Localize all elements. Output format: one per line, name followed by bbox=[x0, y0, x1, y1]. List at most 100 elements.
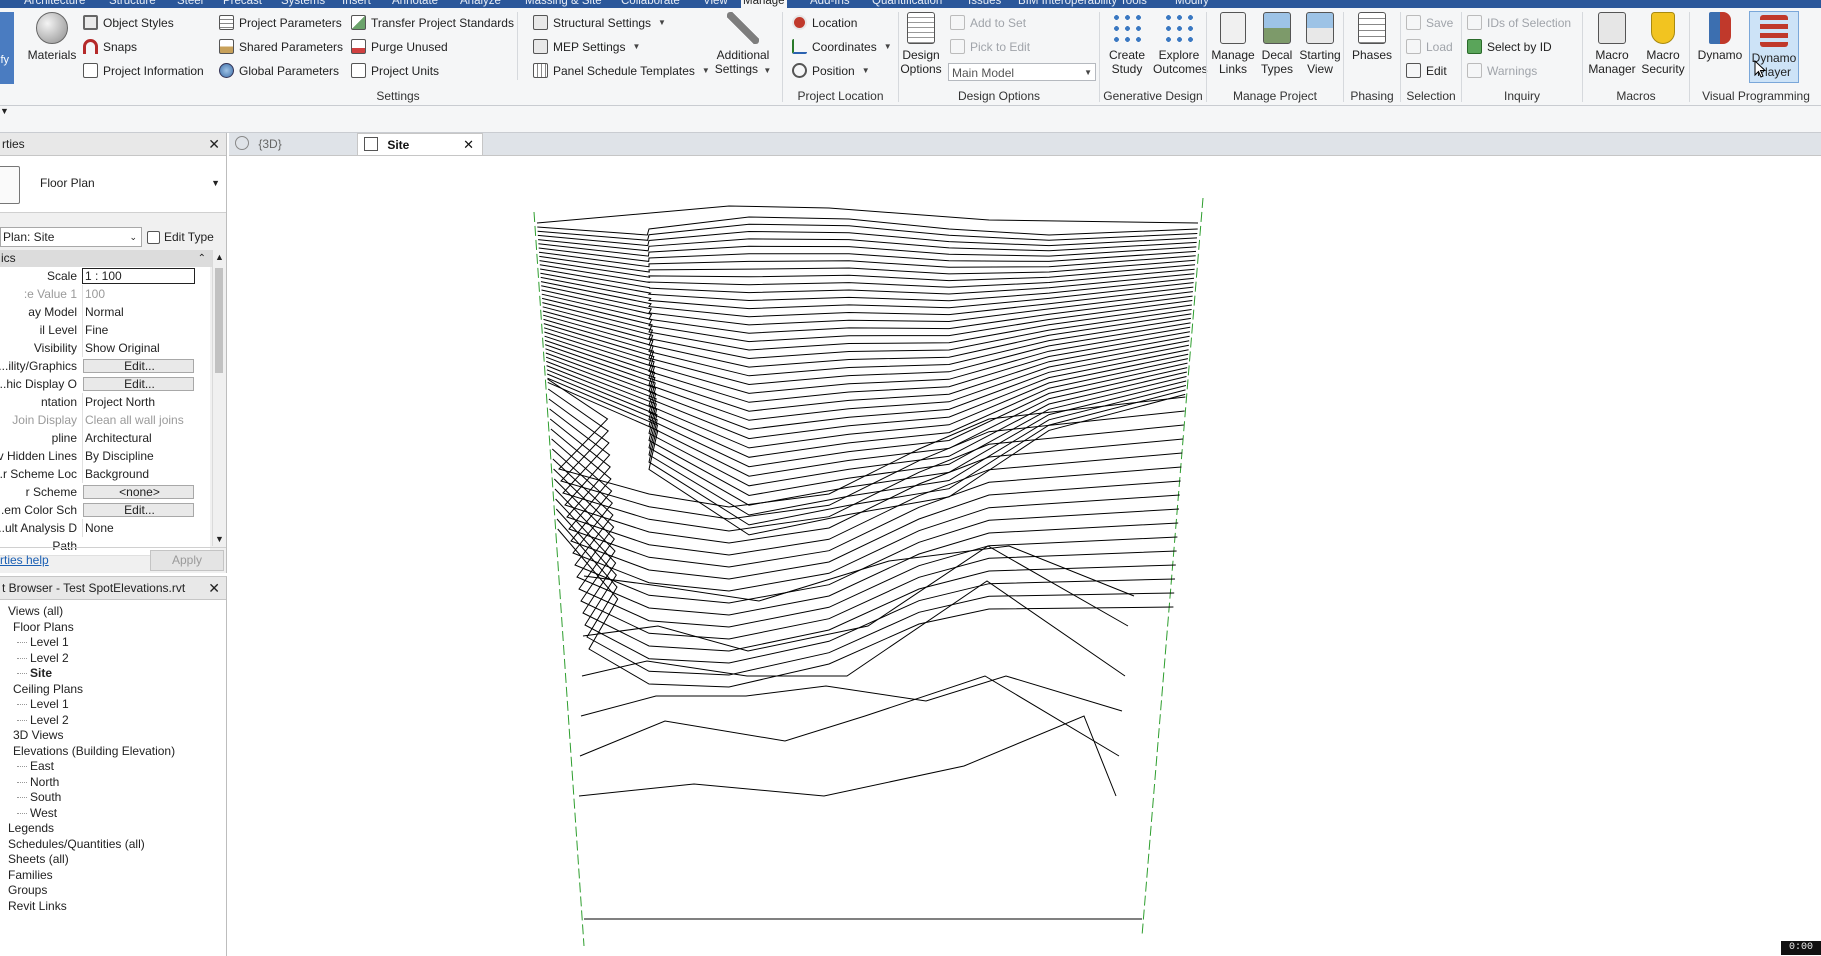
browser-item[interactable]: Elevations (Building Elevation) bbox=[13, 743, 175, 759]
instance-filter-select[interactable]: Plan: Site ⌄ bbox=[0, 227, 142, 247]
browser-item[interactable]: Site bbox=[17, 665, 52, 681]
coordinates-button[interactable]: Coordinates ▼ bbox=[792, 36, 892, 57]
project-information-button[interactable]: Project Information bbox=[83, 60, 204, 81]
scrollbar-thumb[interactable] bbox=[215, 268, 223, 373]
tab-modify[interactable]: Modify bbox=[1173, 0, 1211, 8]
active-design-option-select[interactable]: Main Model ▼ bbox=[948, 63, 1096, 81]
tab-precast[interactable]: Precast bbox=[221, 0, 264, 8]
close-icon[interactable]: ✕ bbox=[208, 133, 220, 155]
property-row[interactable]: e Value 1: 100 bbox=[0, 285, 210, 304]
create-study-button[interactable]: Create Study bbox=[1103, 12, 1151, 76]
tab-manage[interactable]: Manage bbox=[741, 0, 787, 8]
transfer-project-standards-button[interactable]: Transfer Project Standards bbox=[351, 12, 514, 33]
edit-selection-button[interactable]: Edit bbox=[1406, 60, 1447, 81]
property-value[interactable]: None bbox=[82, 519, 195, 537]
property-row[interactable]: Join Display Clean all wall joins bbox=[0, 411, 210, 430]
tab-add-ins[interactable]: Add-Ins bbox=[808, 0, 852, 8]
design-options-button[interactable]: Design Options bbox=[900, 12, 942, 76]
browser-item[interactable]: Level 2 bbox=[17, 650, 69, 666]
tab-bim-interoperability[interactable]: BIM Interoperability Tools bbox=[1016, 0, 1149, 8]
edit-type-button[interactable]: Edit Type bbox=[147, 227, 214, 247]
property-row[interactable]: Visibility Show Original bbox=[0, 339, 210, 358]
browser-item[interactable]: Ceiling Plans bbox=[13, 681, 83, 697]
properties-scrollbar[interactable]: ▲ ▼ bbox=[212, 250, 225, 546]
decal-types-button[interactable]: Decal Types bbox=[1258, 12, 1296, 76]
object-styles-button[interactable]: Object Styles bbox=[83, 12, 174, 33]
browser-item[interactable]: Floor Plans bbox=[13, 619, 74, 635]
tab-massing-site[interactable]: Massing & Site bbox=[523, 0, 604, 8]
property-value[interactable]: Normal bbox=[82, 303, 195, 321]
property-value[interactable]: Architectural bbox=[82, 429, 195, 447]
browser-item[interactable]: 3D Views bbox=[13, 727, 63, 743]
property-edit-button[interactable]: Edit... bbox=[83, 503, 194, 517]
property-row[interactable]: r Scheme <none> bbox=[0, 483, 210, 502]
property-row[interactable]: pline Architectural bbox=[0, 429, 210, 448]
browser-item[interactable]: West bbox=[17, 805, 57, 821]
modify-button[interactable]: ify bbox=[0, 12, 14, 84]
browser-item[interactable]: Level 1 bbox=[17, 696, 69, 712]
tab-annotate[interactable]: Annotate bbox=[390, 0, 440, 8]
property-value[interactable]: Fine bbox=[82, 321, 195, 339]
ids-of-selection-button[interactable]: IDs of Selection bbox=[1467, 12, 1571, 33]
structural-settings-button[interactable]: Structural Settings ▼ bbox=[533, 12, 666, 33]
close-icon[interactable]: ✕ bbox=[208, 577, 220, 599]
project-units-button[interactable]: Project Units bbox=[351, 60, 439, 81]
property-value[interactable]: By Discipline bbox=[82, 447, 195, 465]
property-edit-button[interactable]: <none> bbox=[83, 485, 194, 499]
browser-item[interactable]: South bbox=[17, 789, 61, 805]
drawing-area[interactable]: 0:00 bbox=[229, 156, 1821, 955]
dynamo-button[interactable]: Dynamo bbox=[1695, 12, 1745, 62]
browser-item[interactable]: Schedules/Quantities (all) bbox=[8, 836, 145, 852]
type-selector[interactable]: Floor Plan ▼ bbox=[0, 156, 226, 213]
browser-item[interactable]: Sheets (all) bbox=[8, 851, 69, 867]
add-to-set-button[interactable]: Add to Set bbox=[950, 12, 1026, 33]
save-selection-button[interactable]: Save bbox=[1406, 12, 1453, 33]
position-button[interactable]: Position ▼ bbox=[792, 60, 870, 81]
property-value[interactable]: Background bbox=[82, 465, 195, 483]
browser-item[interactable]: Level 1 bbox=[17, 634, 69, 650]
property-row[interactable]: v Hidden Lines By Discipline bbox=[0, 447, 210, 466]
browser-item[interactable]: Families bbox=[8, 867, 53, 883]
global-parameters-button[interactable]: Global Parameters bbox=[219, 60, 339, 81]
properties-help-link[interactable]: rties help bbox=[0, 553, 49, 567]
property-row[interactable]: hic Display O... Edit... bbox=[0, 375, 210, 394]
materials-button[interactable]: Materials bbox=[26, 12, 78, 62]
scroll-down-icon[interactable]: ▼ bbox=[215, 534, 224, 544]
browser-item[interactable]: North bbox=[17, 774, 59, 790]
view-tab-site[interactable]: Site ✕ bbox=[357, 133, 483, 155]
property-edit-button[interactable]: Edit... bbox=[83, 359, 194, 373]
starting-view-button[interactable]: Starting View bbox=[1298, 12, 1342, 76]
panel-schedule-templates-button[interactable]: Panel Schedule Templates ▼ bbox=[533, 60, 710, 81]
browser-item[interactable]: Revit Links bbox=[8, 898, 67, 914]
tab-issues[interactable]: Issues bbox=[966, 0, 1003, 8]
macro-security-button[interactable]: Macro Security bbox=[1638, 12, 1688, 76]
location-button[interactable]: Location bbox=[792, 12, 857, 33]
property-row[interactable]: ntation Project North bbox=[0, 393, 210, 412]
pick-to-edit-button[interactable]: Pick to Edit bbox=[950, 36, 1030, 57]
mep-settings-button[interactable]: MEP Settings ▼ bbox=[533, 36, 640, 57]
property-row[interactable]: ult Analysis D... None bbox=[0, 519, 210, 538]
browser-item[interactable]: East bbox=[17, 758, 54, 774]
select-by-id-button[interactable]: Select by ID bbox=[1467, 36, 1552, 57]
view-tab-3d[interactable]: {3D} bbox=[229, 133, 355, 155]
browser-item[interactable]: Legends bbox=[8, 820, 54, 836]
property-row[interactable]: Scale 1 : 100 bbox=[0, 267, 210, 286]
property-edit-button[interactable]: Edit... bbox=[83, 377, 194, 391]
tab-collaborate[interactable]: Collaborate bbox=[619, 0, 682, 8]
snaps-button[interactable]: Snaps bbox=[83, 36, 137, 57]
site-plan-drawing[interactable] bbox=[229, 156, 1821, 955]
close-icon[interactable]: ✕ bbox=[463, 134, 474, 156]
tab-insert[interactable]: Insert bbox=[340, 0, 373, 8]
property-row[interactable]: em Color Sch... Edit... bbox=[0, 501, 210, 520]
shared-parameters-button[interactable]: Shared Parameters bbox=[219, 36, 343, 57]
property-row[interactable]: ay Model Normal bbox=[0, 303, 210, 322]
property-row[interactable]: il Level Fine bbox=[0, 321, 210, 340]
property-row[interactable]: ility/Graphics... Edit... bbox=[0, 357, 210, 376]
browser-item[interactable]: Level 2 bbox=[17, 712, 69, 728]
explore-outcomes-button[interactable]: Explore Outcomes bbox=[1153, 12, 1208, 76]
tab-systems[interactable]: Systems bbox=[279, 0, 327, 8]
tab-steel[interactable]: Steel bbox=[175, 0, 205, 8]
phases-button[interactable]: Phases bbox=[1349, 12, 1395, 62]
load-selection-button[interactable]: Load bbox=[1406, 36, 1453, 57]
warnings-button[interactable]: Warnings bbox=[1467, 60, 1537, 81]
